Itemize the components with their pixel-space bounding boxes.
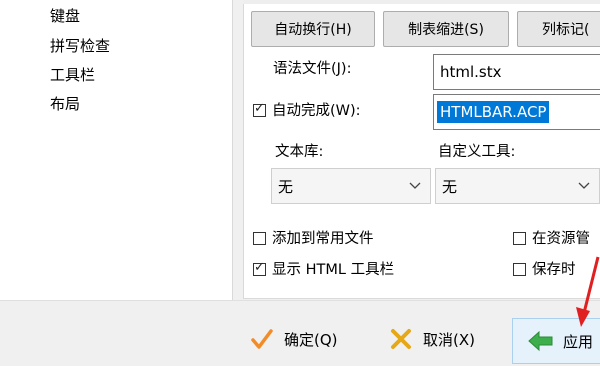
tree-item-toolbar[interactable]: 工具栏 — [50, 65, 95, 85]
chevron-down-icon — [409, 182, 421, 189]
auto-wrap-button[interactable]: 自动换行(H) — [251, 11, 375, 47]
autocomplete-value: HTMLBAR.ACP — [437, 101, 550, 123]
show-html-toolbar-checkbox[interactable]: ✓ — [253, 260, 266, 276]
checkmark-icon — [248, 325, 276, 353]
column-mark-button[interactable]: 列标记( — [517, 11, 600, 47]
tree-item-keyboard[interactable]: 键盘 — [50, 6, 80, 26]
ok-button[interactable]: 确定(Q) — [248, 316, 358, 362]
content-top-divider — [243, 0, 600, 4]
autocomplete-input[interactable]: HTMLBAR.ACP — [433, 94, 600, 130]
annotation-arrow-icon — [576, 256, 600, 327]
apply-button-label: 应用 — [563, 332, 594, 351]
add-to-common-files-checkbox[interactable] — [253, 232, 266, 245]
checkmark-icon: ✓ — [254, 260, 265, 275]
ok-button-label: 确定(Q) — [284, 330, 338, 349]
in-resource-manager-label: 在资源管 — [532, 231, 590, 247]
cancel-button[interactable]: 取消(X) — [387, 316, 497, 362]
cancel-button-label: 取消(X) — [423, 330, 475, 349]
custom-tools-value: 无 — [442, 177, 458, 196]
in-resource-manager-checkbox[interactable] — [513, 232, 526, 245]
tree-item-spellcheck[interactable]: 拼写检查 — [50, 36, 110, 56]
custom-tools-label: 自定义工具: — [438, 144, 516, 160]
tab-indent-button[interactable]: 制表缩进(S) — [383, 11, 509, 47]
custom-tools-select[interactable]: 无 — [435, 168, 600, 204]
add-to-common-files-label: 添加到常用文件 — [272, 231, 374, 247]
checkmark-icon: ✓ — [254, 101, 265, 116]
grammar-file-input[interactable]: html.stx — [433, 54, 600, 90]
autocomplete-checkbox[interactable]: ✓ — [253, 101, 266, 117]
tree-item-layout[interactable]: 布局 — [50, 94, 80, 114]
arrow-left-icon — [527, 327, 555, 355]
settings-tree-panel: 键盘 拼写检查 工具栏 布局 — [0, 0, 233, 300]
show-html-toolbar-label: 显示 HTML 工具栏 — [272, 262, 395, 278]
grammar-file-value: html.stx — [440, 63, 502, 81]
autocomplete-label: 自动完成(W): — [272, 103, 361, 119]
save-time-checkbox[interactable] — [513, 263, 526, 276]
save-time-label: 保存时 — [532, 262, 576, 278]
text-library-value: 无 — [278, 177, 294, 196]
chevron-down-icon — [578, 182, 590, 189]
close-icon — [387, 325, 415, 353]
text-library-select[interactable]: 无 — [271, 168, 431, 204]
text-library-label: 文本库: — [275, 144, 324, 160]
grammar-file-label: 语法文件(J): — [273, 61, 352, 77]
